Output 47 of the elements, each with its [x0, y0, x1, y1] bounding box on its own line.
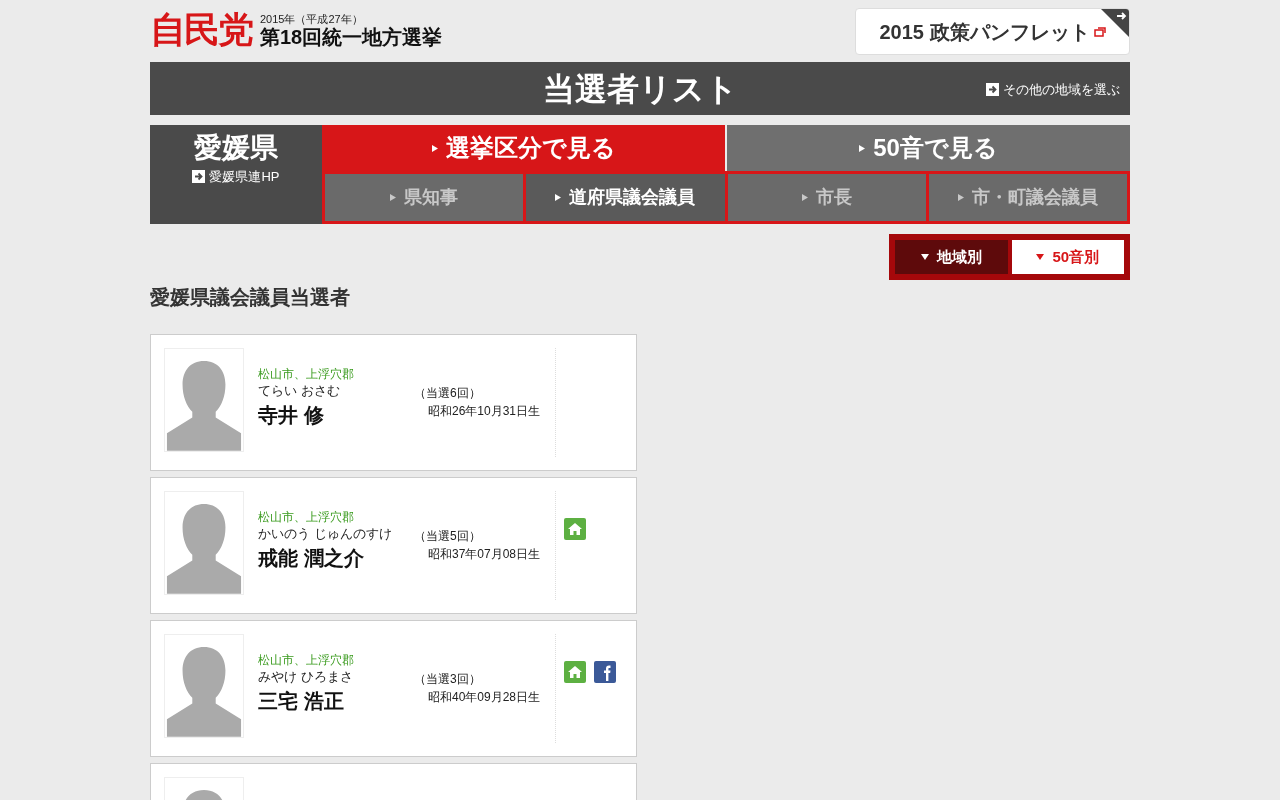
- name-reading: てらい おさむ: [258, 382, 341, 400]
- triangle-icon: [801, 194, 808, 201]
- other-region-link[interactable]: その他の地域を選ぶ: [986, 80, 1120, 100]
- pamphlet-button[interactable]: 2015 政策パンフレット: [855, 8, 1130, 55]
- name-reading: かいのう じゅんのすけ: [258, 525, 393, 543]
- birth-date: 昭和40年09月28日生: [427, 689, 540, 706]
- corner-arrow-icon: [1101, 9, 1129, 37]
- prefecture-link[interactable]: 愛媛県連HP: [192, 167, 280, 187]
- home-icon[interactable]: [564, 661, 586, 683]
- external-link-icon: [1093, 26, 1106, 37]
- avatar-icon: [164, 634, 244, 738]
- winner-name: 寺井 修: [258, 403, 325, 428]
- terms-text: （当選5回）: [414, 528, 481, 545]
- arrow-icon: [986, 83, 999, 97]
- sort-button[interactable]: 50音別: [1011, 240, 1124, 274]
- prefecture-name: 愛媛県: [194, 131, 278, 165]
- election-name: 第18回統一地方選挙: [260, 26, 443, 48]
- triangle-icon: [390, 194, 397, 201]
- birth-date: 昭和26年10月31日生: [427, 403, 540, 420]
- view-tab[interactable]: 選挙区分で見る: [322, 125, 725, 171]
- category-tab[interactable]: 道府県議会議員: [526, 174, 725, 221]
- view-tab[interactable]: 50音で見る: [727, 125, 1130, 171]
- avatar-icon: [164, 491, 244, 595]
- birth-date: 昭和37年07月08日生: [427, 546, 540, 563]
- election-year: 2015年（平成27年）: [260, 13, 364, 26]
- triangle-icon: [431, 144, 438, 152]
- page-title: 当選者リスト: [542, 69, 738, 109]
- triangle-icon: [555, 194, 562, 201]
- sort-button[interactable]: 地域別: [895, 240, 1008, 274]
- terms-text: （当選3回）: [414, 671, 481, 688]
- triangle-icon: [859, 144, 866, 152]
- home-icon[interactable]: [564, 518, 586, 540]
- section-heading: 愛媛県議会議員当選者: [150, 285, 351, 310]
- terms-text: （当選6回）: [414, 385, 481, 402]
- name-reading: みやけ ひろまさ: [258, 668, 354, 686]
- triangle-icon: [920, 254, 929, 260]
- district-text: 松山市、上浮穴郡: [258, 652, 355, 668]
- triangle-icon: [957, 194, 964, 201]
- district-text: 松山市、上浮穴郡: [258, 366, 355, 382]
- party-logo[interactable]: 自民党: [150, 12, 252, 48]
- district-text: 松山市、上浮穴郡: [258, 509, 355, 525]
- winner-name: 三宅 浩正: [258, 689, 345, 714]
- facebook-icon[interactable]: [594, 661, 616, 683]
- winner-name: 戒能 潤之介: [258, 546, 365, 571]
- triangle-icon: [1036, 254, 1045, 260]
- arrow-icon: [192, 170, 206, 184]
- avatar-icon: [164, 348, 244, 452]
